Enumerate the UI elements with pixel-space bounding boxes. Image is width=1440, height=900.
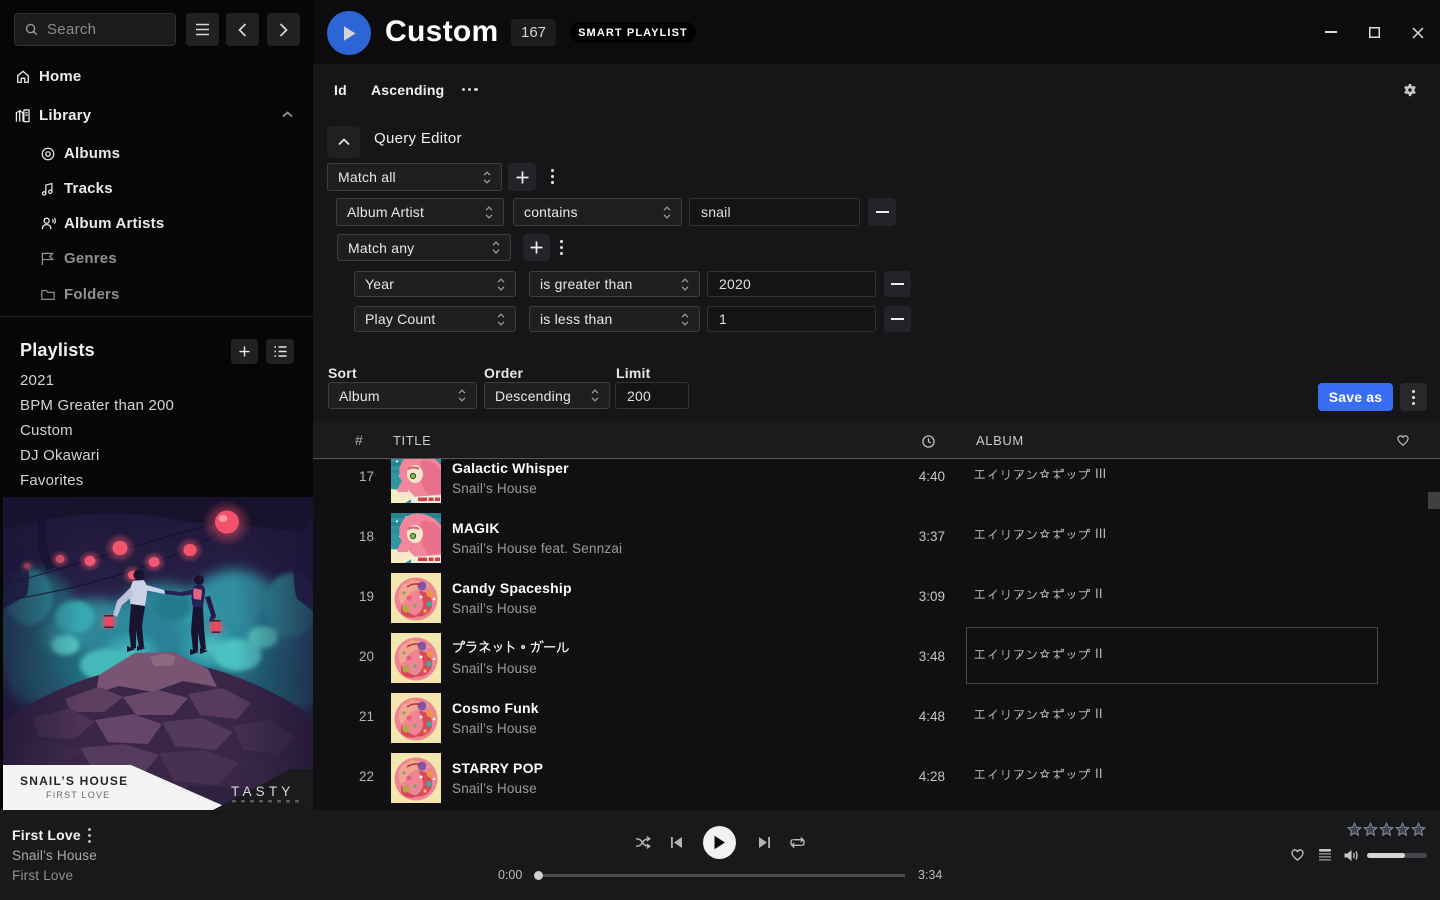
- svg-text:FIRST LOVE: FIRST LOVE: [46, 790, 110, 800]
- svg-text:SNAIL’S HOUSE: SNAIL’S HOUSE: [20, 774, 128, 788]
- svg-text:TASTY: TASTY: [231, 784, 295, 799]
